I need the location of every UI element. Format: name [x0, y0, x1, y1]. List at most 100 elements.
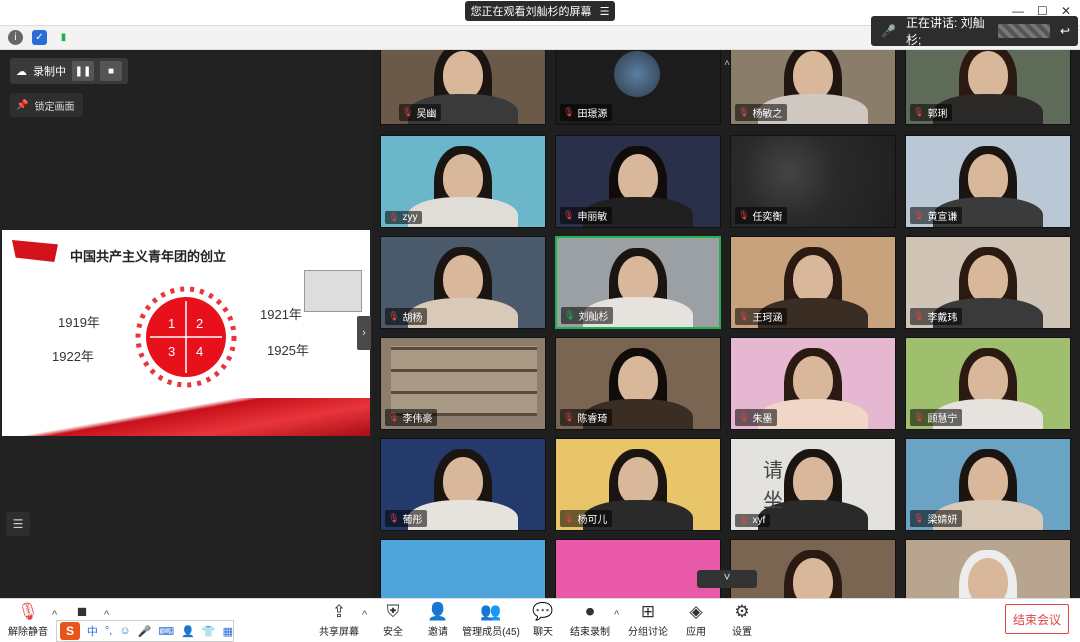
cloud-icon: ☁: [16, 65, 27, 78]
mic-muted-icon: 🎙: [563, 107, 575, 117]
collapse-panel-button[interactable]: ›: [357, 316, 371, 350]
chat-label: 聊天: [533, 627, 553, 638]
meeting-toolbar: 🎙 解除静音 ^ ■ ^ ⇪ 共享屏幕 ^ ⛨ 安全 👤 邀请 👥 管理成员(4…: [0, 598, 1080, 642]
participant-tile[interactable]: 🎙 葡彤: [380, 438, 546, 531]
mic-muted-icon: 🎙: [738, 210, 750, 220]
participant-tile[interactable]: 🎙 梁婧妍: [905, 438, 1071, 531]
participant-tile[interactable]: 🎙 黄宣谦: [905, 135, 1071, 228]
mic-muted-icon: 🎙: [388, 212, 400, 222]
participant-tile[interactable]: 🎙 朱墨: [730, 337, 896, 430]
info-icon[interactable]: i: [8, 30, 23, 45]
participant-tile[interactable]: [380, 539, 546, 598]
participant-tile[interactable]: 🎙 李戴玮: [905, 236, 1071, 329]
participant-face: [793, 356, 833, 404]
speaker-indicator: 🎤 正在讲话: 刘舢杉; ↩: [871, 16, 1078, 47]
participant-tile[interactable]: 请 坐 🎙 xyf: [730, 438, 896, 531]
participant-name: 吴幽: [416, 109, 437, 120]
signal-icon[interactable]: ▮: [56, 30, 71, 45]
apps-label: 应用: [686, 627, 706, 638]
participant-face: [968, 154, 1008, 202]
participant-tile[interactable]: 🎙 郭琍: [905, 50, 1071, 125]
breakout-label: 分组讨论: [628, 627, 668, 638]
screen-share-indicator[interactable]: 您正在观看刘舢杉的屏幕 ☰: [465, 1, 615, 21]
quadrant-label: 1: [168, 316, 175, 331]
mic-muted-icon: 🎙: [913, 412, 925, 422]
participant-tile[interactable]: 🎙 申丽敏: [555, 135, 721, 228]
participant-face: [793, 457, 833, 505]
voice-icon[interactable]: 🎤: [138, 625, 152, 638]
pause-recording-button[interactable]: ❚❚: [72, 61, 94, 81]
lock-view-button[interactable]: 📌 锁定画面: [10, 93, 83, 117]
avatar: [614, 51, 660, 97]
ime-language[interactable]: 中: [87, 623, 98, 639]
participant-name-tag: 🎙 胡杨: [385, 308, 428, 325]
mic-muted-icon: 🎙: [738, 311, 750, 321]
shield-icon[interactable]: ✓: [32, 30, 47, 45]
participant-name-tag: 🎙 xyf: [735, 514, 771, 527]
participant-tile[interactable]: [555, 539, 721, 598]
participant-tile[interactable]: 🎙 陈睿琦: [555, 337, 721, 430]
mic-muted-icon: 🎙: [388, 311, 400, 321]
user-icon[interactable]: 👤: [181, 625, 195, 638]
participant-name-tag: 🎙 任奕衡: [735, 207, 788, 224]
participant-name: 葡彤: [402, 515, 423, 526]
participant-name-tag: 🎙 黄宣谦: [910, 207, 963, 224]
participant-name: 郭琍: [927, 109, 948, 120]
participant-tile[interactable]: 🎙 王珂涵: [730, 236, 896, 329]
mic-muted-icon: 🎙: [738, 515, 750, 525]
participant-body: [408, 197, 518, 227]
mic-muted-icon: 🎤: [881, 24, 896, 38]
participant-tile[interactable]: 🎙 杨敏之: [730, 50, 896, 125]
grid-icon[interactable]: ▦: [223, 625, 233, 638]
list-icon[interactable]: ☰: [6, 512, 30, 536]
participant-name-tag: 🎙 陈睿琦: [560, 409, 613, 426]
participant-name-tag: 🎙 王珂涵: [735, 308, 788, 325]
participant-tile[interactable]: 🎙 田璟源: [555, 50, 721, 125]
participant-name-tag: 🎙 刘舢杉: [561, 307, 614, 324]
participant-face: [443, 457, 483, 505]
participant-tile[interactable]: 🎙 顾慧宁: [905, 337, 1071, 430]
keyboard-icon[interactable]: ⌨: [158, 625, 174, 638]
emoji-icon[interactable]: ☺: [119, 625, 130, 637]
participant-tile[interactable]: [905, 539, 1071, 598]
participant-tile[interactable]: [730, 539, 896, 598]
participant-tile[interactable]: 🎙 zyy: [380, 135, 546, 228]
end-meeting-button[interactable]: 结束会议: [1005, 604, 1069, 634]
security-label: 安全: [383, 627, 403, 638]
sogou-logo-icon[interactable]: S: [60, 622, 80, 640]
participant-name: 梁婧妍: [927, 515, 958, 526]
settings-button[interactable]: ⚙ 设置: [710, 601, 774, 641]
participant-name-tag: 🎙 杨可儿: [560, 510, 613, 527]
participant-tile[interactable]: 🎙 吴幽: [380, 50, 546, 125]
participant-tile[interactable]: 🎙 刘舢杉: [555, 236, 721, 329]
red-ribbon-decoration: [2, 398, 370, 436]
chevron-down-icon[interactable]: ˅: [697, 570, 757, 588]
participant-tile[interactable]: 🎙 胡杨: [380, 236, 546, 329]
mic-muted-icon: 🎙: [913, 513, 925, 523]
mic-muted-icon: 🎙: [388, 412, 400, 422]
skin-icon[interactable]: 👕: [202, 625, 216, 638]
participant-name: 任奕衡: [752, 212, 783, 223]
chevron-up-icon[interactable]: ˄: [718, 58, 736, 72]
participant-face: [793, 558, 833, 598]
stop-recording-button[interactable]: ■: [100, 61, 122, 81]
invite-label: 邀请: [428, 627, 448, 638]
end-recording-button[interactable]: ⏺ 结束录制: [558, 601, 622, 641]
participant-tile[interactable]: 🎙 杨可儿: [555, 438, 721, 531]
mic-muted-icon: 🎙: [738, 412, 750, 422]
menu-icon[interactable]: ☰: [600, 5, 610, 18]
participant-face: [618, 154, 658, 202]
participant-face: [618, 356, 658, 404]
shared-screen-panel: ☁ 录制中 ❚❚ ■ 📌 锁定画面 中国共产主义青年团的创立 1919年 192…: [0, 50, 372, 598]
sign-text: 请 坐: [763, 458, 783, 512]
participant-name: 申丽敏: [577, 212, 608, 223]
quadrant-diagram: 1 2 3 4: [135, 286, 237, 388]
participant-tile[interactable]: 🎙 李伟豪: [380, 337, 546, 430]
participant-name-tag: 🎙 zyy: [385, 211, 423, 224]
participant-name-tag: 🎙 吴幽: [399, 104, 442, 121]
punctuation-icon[interactable]: °,: [105, 625, 112, 637]
participant-name-tag: 🎙 顾慧宁: [910, 409, 963, 426]
mic-muted-icon: 🎙: [738, 107, 750, 117]
back-icon[interactable]: ↩: [1060, 24, 1070, 38]
participant-tile[interactable]: 🎙 任奕衡: [730, 135, 896, 228]
